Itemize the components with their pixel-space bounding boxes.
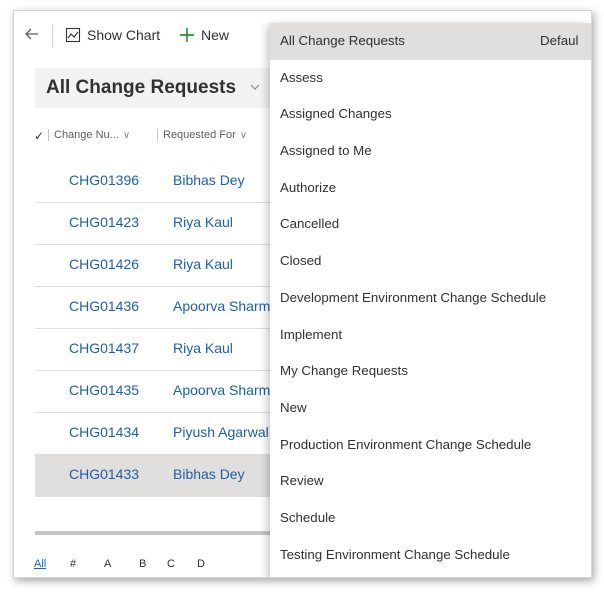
alphabet-filter-item[interactable]: # <box>70 558 76 570</box>
horizontal-scrollbar[interactable] <box>35 531 291 535</box>
show-chart-label: Show Chart <box>87 27 161 43</box>
change-number-link[interactable]: CHG01436 <box>69 298 139 314</box>
requested-for-link[interactable]: Bibhas Dey <box>173 466 245 482</box>
menu-item-label: Testing Environment Change Schedule <box>280 546 510 562</box>
chevron-down-icon: ∨ <box>239 130 248 141</box>
column-header-change-number[interactable]: Change Nu... ∨ <box>48 129 162 141</box>
menu-item-label: Assess <box>280 69 323 85</box>
menu-item-label: Production Environment Change Schedule <box>280 436 532 452</box>
change-number-link[interactable]: CHG01396 <box>69 172 139 188</box>
requested-for-link[interactable]: Apoorva Sharm <box>173 382 270 398</box>
alphabet-filter-item[interactable]: All <box>34 558 46 570</box>
change-number-link[interactable]: CHG01426 <box>69 256 139 272</box>
change-number-link[interactable]: CHG01437 <box>69 340 139 356</box>
change-number-link[interactable]: CHG01433 <box>69 466 139 482</box>
menu-item-label: Cancelled <box>280 216 340 232</box>
view-dropdown-menu: All Change Requests Defaul Assess Assigned … <box>270 23 591 577</box>
new-button[interactable]: New <box>179 26 229 47</box>
menu-item-label: Closed <box>280 253 322 269</box>
table-row[interactable]: CHG01423 Riya Kaul <box>35 203 291 245</box>
menu-item[interactable]: Cancelled <box>270 206 591 243</box>
menu-item[interactable]: New <box>270 390 591 427</box>
select-all-checkmark-icon[interactable]: ✓ <box>34 129 48 143</box>
menu-item-label: Authorize <box>280 179 337 195</box>
menu-item[interactable]: All Change Requests Defaul <box>270 23 591 60</box>
menu-item[interactable]: Development Environment Change Schedule <box>270 280 591 317</box>
menu-item-label: Assigned to Me <box>280 143 372 159</box>
alphabet-filter-item[interactable]: A <box>104 558 111 570</box>
menu-item-label: Development Environment Change Schedule <box>280 289 547 305</box>
menu-item-label: Review <box>280 473 324 489</box>
table-row[interactable]: CHG01436 Apoorva Sharm <box>35 287 291 329</box>
menu-item[interactable]: Implement <box>270 317 591 354</box>
requested-for-link[interactable]: Riya Kaul <box>173 340 233 356</box>
menu-item[interactable]: Assigned Changes <box>270 96 591 133</box>
plus-icon <box>179 27 195 47</box>
alphabet-filter-item[interactable]: D <box>197 558 205 570</box>
requested-for-link[interactable]: Riya Kaul <box>173 214 233 230</box>
alphabet-filter-item[interactable]: C <box>167 558 175 570</box>
menu-item-label: Assigned Changes <box>280 106 392 122</box>
chevron-down-icon <box>249 81 261 96</box>
table-row[interactable]: CHG01396 Bibhas Dey <box>35 161 291 203</box>
change-number-link[interactable]: CHG01434 <box>69 424 139 440</box>
view-title: All Change Requests <box>46 77 237 98</box>
requested-for-link[interactable]: Bibhas Dey <box>173 172 245 188</box>
default-tag: Defaul <box>540 33 579 48</box>
menu-item[interactable]: Review <box>270 463 591 500</box>
show-chart-button[interactable]: Show Chart <box>65 26 160 47</box>
table-row[interactable]: CHG01433 Bibhas Dey <box>35 455 291 497</box>
menu-item-label: New <box>280 399 307 415</box>
menu-item-label: My Change Requests <box>280 363 408 379</box>
table-row[interactable]: CHG01435 Apoorva Sharm <box>35 371 291 413</box>
menu-item[interactable]: Authorize <box>270 170 591 207</box>
change-number-link[interactable]: CHG01423 <box>69 214 139 230</box>
menu-item[interactable]: Assess <box>270 60 591 97</box>
chart-icon <box>65 27 81 47</box>
menu-item[interactable]: My Change Requests <box>270 353 591 390</box>
menu-item[interactable]: Production Environment Change Schedule <box>270 427 591 464</box>
change-number-link[interactable]: CHG01435 <box>69 382 139 398</box>
table-row[interactable]: CHG01426 Riya Kaul <box>35 245 291 287</box>
menu-item[interactable]: Assigned to Me <box>270 133 591 170</box>
back-arrow-icon[interactable] <box>24 26 42 44</box>
menu-item-label: Schedule <box>280 509 336 525</box>
requested-for-link[interactable]: Piyush Agarwal <box>173 424 269 440</box>
menu-item[interactable]: Schedule <box>270 500 591 537</box>
divider <box>52 25 53 47</box>
new-label: New <box>201 27 230 43</box>
menu-item-label: All Change Requests <box>280 33 405 48</box>
app-window: Show Chart New All Change Requests ✓ Cha… <box>13 10 592 578</box>
alphabet-filter-item[interactable]: B <box>139 558 146 570</box>
table-row[interactable]: CHG01434 Piyush Agarwal <box>35 413 291 455</box>
menu-item-label: Implement <box>280 326 343 342</box>
menu-item[interactable]: Testing Environment Change Schedule <box>270 537 591 574</box>
view-selector[interactable]: All Change Requests <box>35 68 275 108</box>
menu-item[interactable]: Closed <box>270 243 591 280</box>
requested-for-link[interactable]: Riya Kaul <box>173 256 233 272</box>
requested-for-link[interactable]: Apoorva Sharm <box>173 298 270 314</box>
table-row[interactable]: CHG01437 Riya Kaul <box>35 329 291 371</box>
chevron-down-icon: ∨ <box>122 130 131 141</box>
grid-rows: CHG01396 Bibhas Dey CHG01423 Riya Kaul CHG01… <box>35 161 291 497</box>
